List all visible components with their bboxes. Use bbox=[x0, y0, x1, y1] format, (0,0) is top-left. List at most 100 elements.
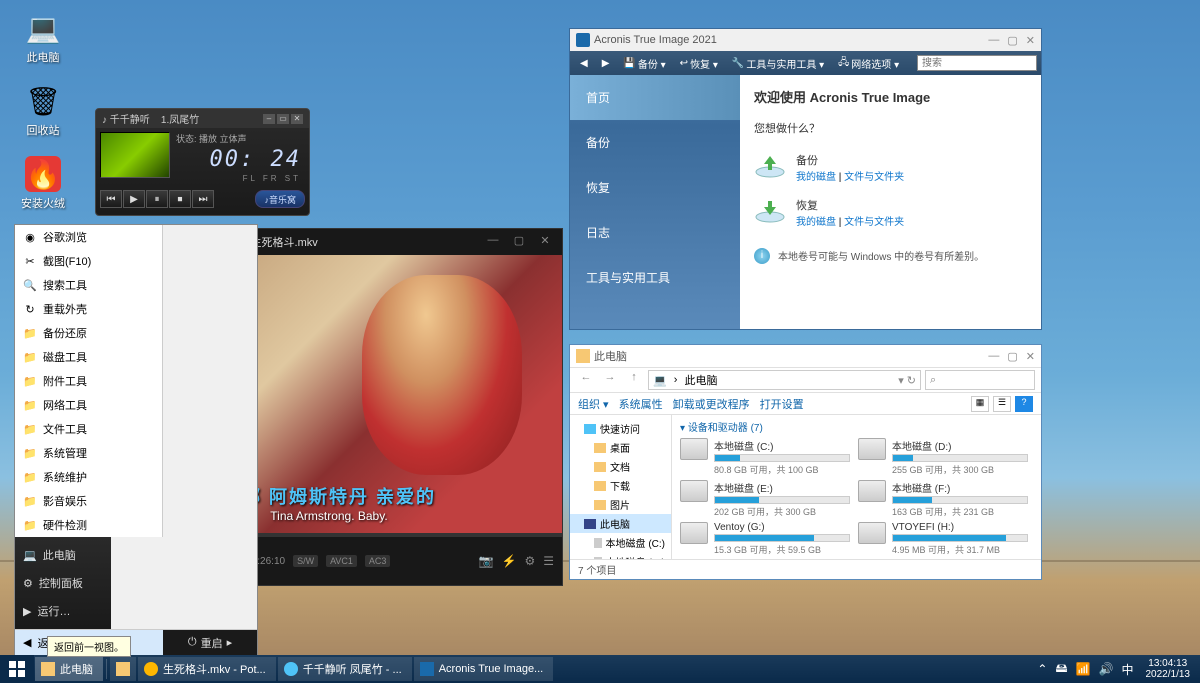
ex-min-button[interactable]: — bbox=[988, 350, 999, 363]
tray-clock[interactable]: 13:04:13 2022/1/13 bbox=[1142, 658, 1195, 680]
ac-search-input[interactable] bbox=[917, 55, 1037, 71]
desktop-icon-this-pc[interactable]: 💻此电脑 bbox=[8, 10, 78, 65]
ex-tree-item[interactable]: 桌面 bbox=[570, 438, 671, 457]
ex-tree-item[interactable]: 本地磁盘 (C:) bbox=[570, 533, 671, 552]
sm-item-9[interactable]: 📁系统管理 bbox=[15, 441, 162, 465]
ac-nav-fwd[interactable]: ▶ bbox=[596, 56, 616, 71]
ex-fwd-button[interactable]: → bbox=[600, 371, 620, 389]
ac-tb-network[interactable]: 🖧网络选项 ▾ bbox=[832, 53, 905, 74]
sm-back-button[interactable]: ◀ 返回 返回前一视图。 bbox=[15, 630, 163, 655]
mp-pause-button[interactable]: ⏸ bbox=[146, 190, 168, 208]
ac-backup-files-link[interactable]: 文件与文件夹 bbox=[844, 172, 904, 183]
tray-volume-icon[interactable]: 🔊 bbox=[1099, 662, 1114, 676]
ac-recover-disk-link[interactable]: 我的磁盘 bbox=[796, 217, 836, 228]
tb-task-ttplayer[interactable]: 千千静听 凤尾竹 - ... bbox=[278, 657, 412, 681]
ex-up-button[interactable]: ↑ bbox=[624, 371, 644, 389]
mp-prev-button[interactable]: ⏮ bbox=[100, 190, 122, 208]
mp-stop-button[interactable]: ⏹ bbox=[169, 190, 191, 208]
ac-recover-files-link[interactable]: 文件与文件夹 bbox=[844, 217, 904, 228]
explorer-window[interactable]: 此电脑 — ▢ ✕ ← → ↑ 💻 › 此电脑▾ ↻ ⌕ 组织 ▾ 系统属性 卸… bbox=[569, 344, 1042, 580]
ex-view-large[interactable]: ▦ bbox=[971, 396, 989, 412]
sm-this-pc[interactable]: 💻此电脑 bbox=[15, 541, 111, 569]
ex-max-button[interactable]: ▢ bbox=[1007, 350, 1017, 363]
sm-item-3[interactable]: ↻重载外壳 bbox=[15, 297, 162, 321]
tray-usb-icon[interactable]: 🖴 bbox=[1055, 659, 1067, 680]
tray-wifi-icon[interactable]: 📶 bbox=[1076, 662, 1091, 676]
ex-address-bar[interactable]: 💻 › 此电脑▾ ↻ bbox=[648, 370, 921, 390]
desktop-icon-recycle[interactable]: 🗑回收站 bbox=[8, 83, 78, 138]
ex-tree-item[interactable]: 快速访问 bbox=[570, 419, 671, 438]
tb-task-acronis[interactable]: Acronis True Image... bbox=[414, 657, 554, 681]
tray-expand-icon[interactable]: ⌃ bbox=[1037, 662, 1047, 676]
ex-drive[interactable]: 本地磁盘 (C:)80.8 GB 可用，共 100 GB bbox=[680, 438, 850, 476]
tray-ime-icon[interactable]: 中 bbox=[1121, 661, 1133, 678]
ac-side-recover[interactable]: 恢复 bbox=[570, 165, 740, 210]
sm-item-0[interactable]: ◉谷歌浏览 bbox=[15, 225, 162, 249]
ex-tree-item[interactable]: 此电脑 bbox=[570, 514, 671, 533]
ex-sys-props[interactable]: 系统属性 bbox=[619, 396, 663, 412]
start-menu[interactable]: ◉谷歌浏览✂截图(F10)🔍搜索工具↻重载外壳📁备份还原📁磁盘工具📁附件工具📁网… bbox=[14, 224, 258, 656]
sm-restart-button[interactable]: ⏻ 重启 ▸ bbox=[163, 630, 257, 655]
sm-item-8[interactable]: 📁文件工具 bbox=[15, 417, 162, 441]
sm-item-2[interactable]: 🔍搜索工具 bbox=[15, 273, 162, 297]
pp-fx-button[interactable]: ⚡ bbox=[502, 554, 517, 568]
ex-titlebar[interactable]: 此电脑 — ▢ ✕ bbox=[570, 345, 1041, 367]
sm-item-11[interactable]: 📁影音娱乐 bbox=[15, 489, 162, 513]
sm-item-6[interactable]: 📁附件工具 bbox=[15, 369, 162, 393]
ac-tb-backup[interactable]: 💾备份 ▾ bbox=[617, 54, 671, 73]
sm-item-4[interactable]: 📁备份还原 bbox=[15, 321, 162, 345]
ex-tree-item[interactable]: 下载 bbox=[570, 476, 671, 495]
ac-min-button[interactable]: — bbox=[988, 34, 999, 47]
sm-run[interactable]: ▶运行… bbox=[15, 597, 111, 625]
chevron-down-icon[interactable]: ▾ ↻ bbox=[898, 374, 916, 387]
ac-backup-disk-link[interactable]: 我的磁盘 bbox=[796, 172, 836, 183]
mp-min-button[interactable]: – bbox=[263, 114, 275, 124]
start-button[interactable] bbox=[0, 655, 34, 683]
tb-pin-explorer[interactable] bbox=[110, 657, 136, 681]
ex-search-input[interactable]: ⌕ bbox=[925, 370, 1035, 390]
ex-tree-item[interactable]: 图片 bbox=[570, 495, 671, 514]
ac-tb-tools[interactable]: 🔧工具与实用工具 ▾ bbox=[726, 54, 830, 73]
ex-view-list[interactable]: ☰ bbox=[993, 396, 1011, 412]
sm-control-panel[interactable]: ⚙控制面板 bbox=[15, 569, 111, 597]
pp-settings-button[interactable]: ⚙ bbox=[524, 554, 535, 568]
ac-max-button[interactable]: ▢ bbox=[1007, 34, 1017, 47]
sm-item-7[interactable]: 📁网络工具 bbox=[15, 393, 162, 417]
sm-item-5[interactable]: 📁磁盘工具 bbox=[15, 345, 162, 369]
ex-organize-menu[interactable]: 组织 ▾ bbox=[578, 396, 609, 412]
ac-titlebar[interactable]: Acronis True Image 2021 — ▢ ✕ bbox=[570, 29, 1041, 51]
ac-side-home[interactable]: 首页 bbox=[570, 75, 740, 120]
mp-next-button[interactable]: ⏭ bbox=[192, 190, 214, 208]
ac-side-tools[interactable]: 工具与实用工具 bbox=[570, 255, 740, 300]
sm-item-12[interactable]: 📁硬件检测 bbox=[15, 513, 162, 537]
ex-back-button[interactable]: ← bbox=[576, 371, 596, 389]
mp-play-button[interactable]: ▶ bbox=[123, 190, 145, 208]
pp-min-button[interactable]: — bbox=[482, 234, 504, 250]
ac-side-log[interactable]: 日志 bbox=[570, 210, 740, 255]
tb-task-potplayer[interactable]: 生死格斗.mkv - Pot... bbox=[138, 657, 276, 681]
ex-close-button[interactable]: ✕ bbox=[1026, 350, 1035, 363]
ex-drive[interactable]: 本地磁盘 (D:)255 GB 可用，共 300 GB bbox=[858, 438, 1028, 476]
ex-section-heading[interactable]: ▾ 设备和驱动器 (7) bbox=[680, 419, 1033, 434]
ac-nav-back[interactable]: ◀ bbox=[574, 56, 594, 71]
ex-uninstall[interactable]: 卸载或更改程序 bbox=[673, 396, 750, 412]
chevron-right-icon[interactable]: ▸ bbox=[227, 636, 233, 649]
desktop-icon-huorong[interactable]: 🔥安装火绒 bbox=[8, 156, 78, 211]
ex-drive[interactable]: Ventoy (G:)15.3 GB 可用，共 59.5 GB bbox=[680, 522, 850, 556]
ex-drive[interactable]: 本地磁盘 (F:)163 GB 可用，共 231 GB bbox=[858, 480, 1028, 518]
music-player-window[interactable]: ♪ 千千静听 1.凤尾竹 – ▭ ✕ 状态: 播放 立体声 00: 24 FL … bbox=[95, 108, 310, 216]
pp-playlist-button[interactable]: ☰ bbox=[543, 554, 554, 568]
ac-side-backup[interactable]: 备份 bbox=[570, 120, 740, 165]
pp-max-button[interactable]: ▢ bbox=[508, 234, 530, 250]
pp-close-button[interactable]: ✕ bbox=[534, 234, 556, 250]
ex-drive[interactable]: 本地磁盘 (E:)202 GB 可用，共 300 GB bbox=[680, 480, 850, 518]
ex-drive[interactable]: VTOYEFI (H:)4.95 MB 可用，共 31.7 MB bbox=[858, 522, 1028, 556]
sm-item-10[interactable]: 📁系统维护 bbox=[15, 465, 162, 489]
mp-titlebar[interactable]: ♪ 千千静听 1.凤尾竹 – ▭ ✕ bbox=[96, 109, 309, 128]
ex-tree-item[interactable]: 本地磁盘 (D:) bbox=[570, 552, 671, 559]
sm-item-1[interactable]: ✂截图(F10) bbox=[15, 249, 162, 273]
mp-musicbox-button[interactable]: ♪音乐窝 bbox=[255, 190, 305, 208]
acronis-window[interactable]: Acronis True Image 2021 — ▢ ✕ ◀ ▶ 💾备份 ▾ … bbox=[569, 28, 1042, 330]
mp-mode-button[interactable]: ▭ bbox=[277, 114, 289, 124]
pp-capture-button[interactable]: 📷 bbox=[479, 554, 494, 568]
